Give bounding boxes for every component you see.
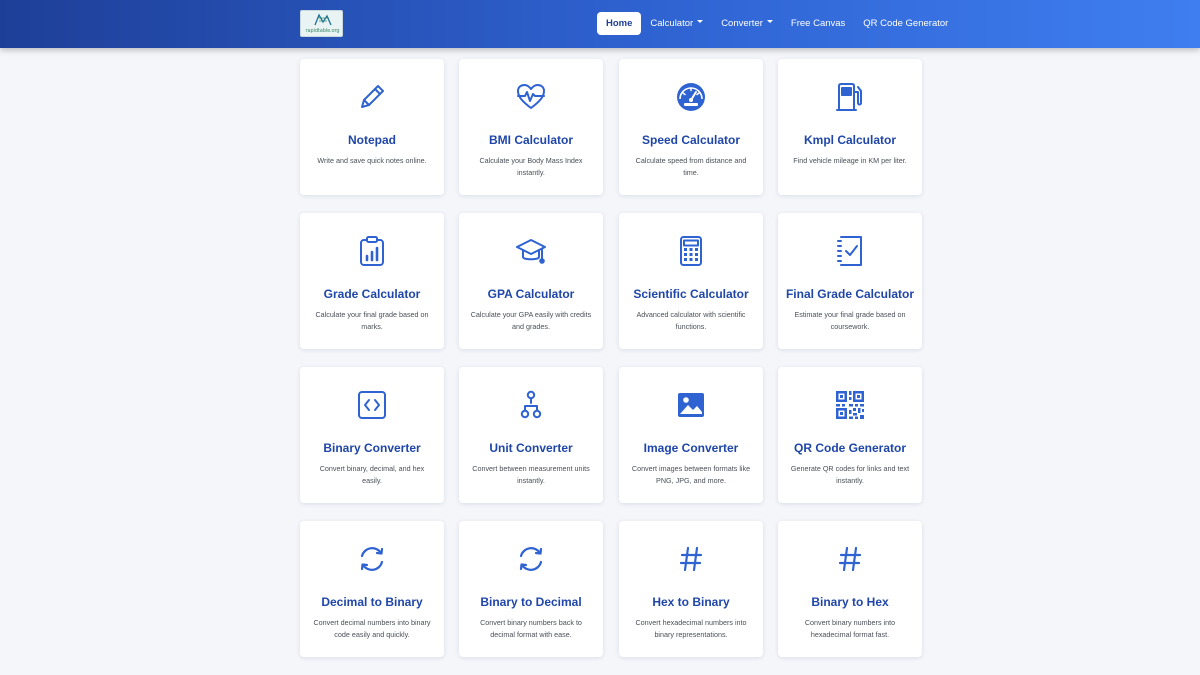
chevron-down-icon xyxy=(697,19,704,23)
fuel-pump-icon xyxy=(834,81,866,113)
tool-card-grade-calculator[interactable]: Grade Calculator Calculate your final gr… xyxy=(300,213,444,349)
nav-home[interactable]: Home xyxy=(597,12,642,35)
card-description: Convert hexadecimal numbers into binary … xyxy=(635,618,747,640)
qr-code-icon xyxy=(834,389,866,421)
card-title: Image Converter xyxy=(643,441,739,455)
card-title: Decimal to Binary xyxy=(321,595,423,609)
refresh-icon xyxy=(356,543,388,575)
nav-calculator-label: Calculator xyxy=(650,18,694,29)
tool-card-binary-converter[interactable]: Binary Converter Convert binary, decimal… xyxy=(300,367,444,503)
card-title: Binary to Decimal xyxy=(480,595,582,609)
logo-text: rapidtable.org xyxy=(305,28,340,34)
card-title: Grade Calculator xyxy=(323,287,421,301)
tool-card-kmpl-calculator[interactable]: Kmpl Calculator Find vehicle mileage in … xyxy=(778,59,922,195)
card-title: Binary Converter xyxy=(323,441,421,455)
card-title: Final Grade Calculator xyxy=(785,287,915,301)
image-icon xyxy=(675,389,707,421)
pencil-icon xyxy=(356,81,388,113)
tool-card-decimal-to-binary[interactable]: Decimal to Binary Convert decimal number… xyxy=(300,521,444,657)
hash-icon xyxy=(675,543,707,575)
nav-free-canvas[interactable]: Free Canvas xyxy=(782,12,854,35)
checklist-icon xyxy=(834,235,866,267)
nav-converter-dropdown[interactable]: Converter xyxy=(712,12,782,35)
card-title: QR Code Generator xyxy=(793,441,907,455)
tool-card-notepad[interactable]: Notepad Write and save quick notes onlin… xyxy=(300,59,444,195)
tool-card-gpa-calculator[interactable]: GPA Calculator Calculate your GPA easily… xyxy=(459,213,603,349)
card-description: Write and save quick notes online. xyxy=(317,156,427,165)
speedometer-icon xyxy=(675,81,707,113)
refresh-icon xyxy=(515,543,547,575)
tool-card-bmi-calculator[interactable]: BMI Calculator Calculate your Body Mass … xyxy=(459,59,603,195)
card-description: Calculate speed from distance and time. xyxy=(635,156,747,178)
card-description: Estimate your final grade based on cours… xyxy=(794,310,906,332)
logo-icon xyxy=(314,13,332,26)
nav-qr-code-generator[interactable]: QR Code Generator xyxy=(854,12,957,35)
tool-card-image-converter[interactable]: Image Converter Convert images between f… xyxy=(619,367,763,503)
tool-card-binary-to-decimal[interactable]: Binary to Decimal Convert binary numbers… xyxy=(459,521,603,657)
hierarchy-icon xyxy=(515,389,547,421)
card-description: Generate QR codes for links and text ins… xyxy=(790,464,910,486)
card-description: Find vehicle mileage in KM per liter. xyxy=(793,156,907,165)
card-title: GPA Calculator xyxy=(487,287,575,301)
card-description: Convert binary numbers into hexadecimal … xyxy=(804,618,896,640)
card-title: Notepad xyxy=(348,133,396,147)
card-description: Convert decimal numbers into binary code… xyxy=(313,618,431,640)
hash-icon xyxy=(834,543,866,575)
card-title: Unit Converter xyxy=(489,441,573,455)
card-description: Calculate your final grade based on mark… xyxy=(315,310,429,332)
tool-card-scientific-calculator[interactable]: Scientific Calculator Advanced calculato… xyxy=(619,213,763,349)
chevron-down-icon xyxy=(766,19,773,23)
card-description: Calculate your Body Mass Index instantly… xyxy=(479,156,583,178)
heartbeat-icon xyxy=(515,81,547,113)
code-icon xyxy=(356,389,388,421)
card-title: Binary to Hex xyxy=(811,595,889,609)
tool-card-qr-code-generator[interactable]: QR Code Generator Generate QR codes for … xyxy=(778,367,922,503)
card-description: Advanced calculator with scientific func… xyxy=(636,310,746,332)
card-title: Kmpl Calculator xyxy=(803,133,896,147)
clipboard-chart-icon xyxy=(356,235,388,267)
calculator-icon xyxy=(675,235,707,267)
card-description: Convert binary, decimal, and hex easily. xyxy=(319,464,425,486)
card-description: Convert images between formats like PNG,… xyxy=(631,464,751,486)
tool-card-unit-converter[interactable]: Unit Converter Convert between measureme… xyxy=(459,367,603,503)
card-title: Scientific Calculator xyxy=(633,287,749,301)
top-navbar: rapidtable.org Home Calculator Converter… xyxy=(0,0,1200,48)
card-description: Convert binary numbers back to decimal f… xyxy=(480,618,582,640)
graduation-cap-icon xyxy=(515,235,547,267)
tool-card-hex-to-binary[interactable]: Hex to Binary Convert hexadecimal number… xyxy=(619,521,763,657)
tool-card-binary-to-hex[interactable]: Binary to Hex Convert binary numbers int… xyxy=(778,521,922,657)
card-title: Speed Calculator xyxy=(641,133,741,147)
card-description: Convert between measurement units instan… xyxy=(472,464,590,486)
tool-card-speed-calculator[interactable]: Speed Calculator Calculate speed from di… xyxy=(619,59,763,195)
main-nav: Home Calculator Converter Free Canvas QR… xyxy=(597,12,957,35)
nav-calculator-dropdown[interactable]: Calculator xyxy=(641,12,712,35)
site-logo[interactable]: rapidtable.org xyxy=(300,10,343,37)
nav-converter-label: Converter xyxy=(721,18,763,29)
card-title: Hex to Binary xyxy=(652,595,730,609)
tool-card-final-grade-calculator[interactable]: Final Grade Calculator Estimate your fin… xyxy=(778,213,922,349)
card-description: Calculate your GPA easily with credits a… xyxy=(470,310,592,332)
card-title: BMI Calculator xyxy=(488,133,573,147)
